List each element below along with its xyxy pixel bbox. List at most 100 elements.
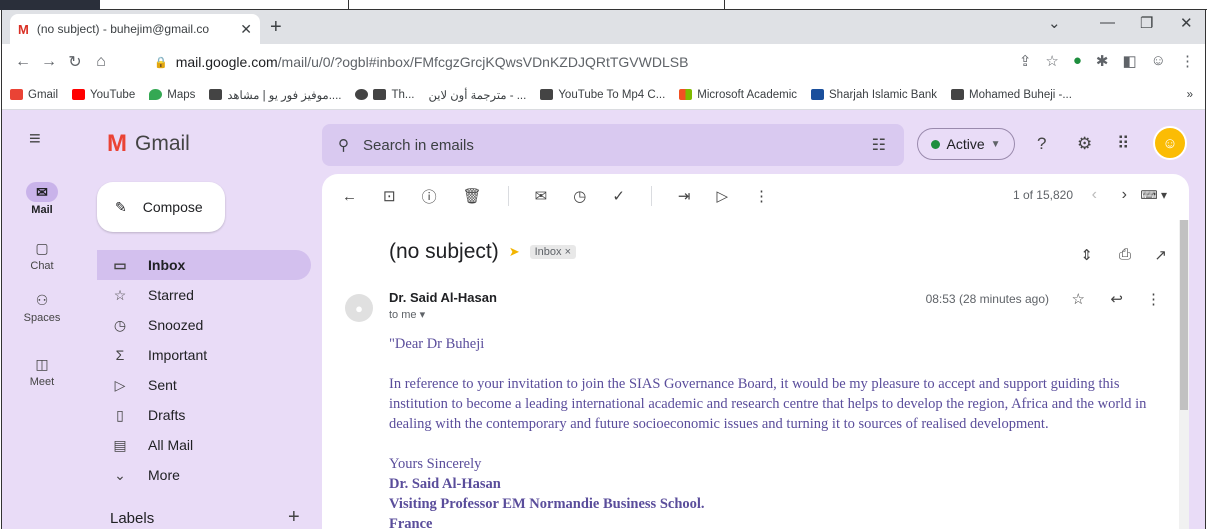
sender-avatar[interactable]: ● bbox=[345, 294, 373, 322]
bookmark-translated[interactable]: مترجمة أون لاين - ... bbox=[429, 88, 527, 102]
search-options-icon[interactable]: ☷ bbox=[872, 135, 886, 155]
add-task-icon[interactable]: ✓ bbox=[612, 187, 625, 205]
rail-chat[interactable]: ▢ Chat bbox=[2, 238, 82, 272]
more-options-icon[interactable]: ⋮ bbox=[754, 187, 769, 205]
reload-icon[interactable]: ↻ bbox=[62, 52, 88, 72]
chat-icon: ▢ bbox=[35, 240, 49, 256]
forward-icon[interactable]: → bbox=[36, 53, 62, 71]
browser-menu-icon[interactable]: ⋮ bbox=[1180, 52, 1195, 70]
address-bar[interactable]: 🔒 mail.google.com/mail/u/0/?ogbl#inbox/F… bbox=[142, 48, 972, 76]
recipient-details[interactable]: to me ▾ bbox=[389, 308, 425, 321]
older-icon[interactable]: › bbox=[1122, 186, 1127, 204]
nav-starred[interactable]: ☆ Starred bbox=[97, 280, 311, 310]
message-subject: (no subject) bbox=[389, 240, 499, 263]
nav-important[interactable]: Σ Important bbox=[97, 340, 311, 370]
back-to-inbox-icon[interactable]: ← bbox=[342, 188, 357, 205]
rail-spaces[interactable]: ⚇ Spaces bbox=[2, 290, 82, 324]
bookmark-youtube-mp4[interactable]: YouTube To Mp4 C... bbox=[540, 89, 665, 101]
bookmark-movies[interactable]: موفيز فور يو | مشاهد.... bbox=[209, 88, 341, 102]
star-message-icon[interactable]: ☆ bbox=[1072, 290, 1085, 308]
body-paragraph: In reference to your invitation to join … bbox=[389, 376, 1147, 432]
snooze-icon[interactable]: ◷ bbox=[573, 187, 586, 205]
bookmark-th[interactable]: Th... bbox=[355, 89, 415, 101]
toolbar-divider bbox=[650, 186, 652, 206]
bookmark-gmail[interactable]: Gmail bbox=[10, 89, 58, 101]
restore-icon[interactable]: ❐ bbox=[1140, 14, 1153, 32]
toolbar-actions: ⇪ ☆ ● ✱ ◧ ☺ ⋮ bbox=[1019, 52, 1195, 70]
tab-gmail[interactable]: M (no subject) - buhejim@gmail.co ✕ bbox=[10, 14, 260, 44]
newer-icon[interactable]: ‹ bbox=[1092, 186, 1097, 204]
search-input[interactable]: Search in emails bbox=[363, 137, 474, 154]
home-icon[interactable]: ⌂ bbox=[88, 53, 114, 71]
scrollbar[interactable] bbox=[1179, 220, 1189, 529]
back-icon[interactable]: ← bbox=[10, 53, 36, 71]
search-icon[interactable]: ⚲ bbox=[338, 136, 349, 154]
nav-inbox[interactable]: ▭ Inbox bbox=[97, 250, 311, 280]
grammarly-extension-icon[interactable]: ● bbox=[1073, 52, 1082, 70]
app-rail: ≡ ✉ Mail ▢ Chat ⚇ Spaces ◫ Meet bbox=[2, 110, 82, 529]
message-subject-row: (no subject) ➤ Inbox × bbox=[389, 240, 577, 264]
open-new-window-icon[interactable]: ↗ bbox=[1154, 246, 1167, 264]
message-body: "Dear Dr Buheji In reference to your inv… bbox=[389, 334, 1169, 529]
bookmark-maps[interactable]: Maps bbox=[149, 89, 195, 101]
browser-window: M (no subject) - buhejim@gmail.co ✕ + ⌄ … bbox=[1, 10, 1206, 529]
mark-unread-icon[interactable]: ✉ bbox=[535, 187, 548, 205]
gmail-logo[interactable]: M Gmail bbox=[107, 130, 190, 158]
extensions-icon[interactable]: ✱ bbox=[1096, 52, 1109, 70]
expand-all-icon[interactable]: ⇕ bbox=[1080, 246, 1093, 264]
tab-title: (no subject) - buhejim@gmail.co bbox=[36, 22, 210, 36]
bookmark-star-icon[interactable]: ☆ bbox=[1045, 52, 1058, 70]
nav-more[interactable]: ⌄ More bbox=[97, 460, 311, 490]
bookmark-youtube[interactable]: YouTube bbox=[72, 89, 135, 101]
bookmarks-overflow-icon[interactable]: » bbox=[1187, 89, 1193, 101]
delete-icon[interactable]: 🗑 bbox=[463, 187, 482, 205]
report-spam-icon[interactable]: ⓘ bbox=[422, 186, 437, 207]
draft-icon: ▯ bbox=[116, 406, 124, 423]
sender-name[interactable]: Dr. Said Al-Hasan bbox=[389, 290, 497, 305]
bookmark-microsoft-academic[interactable]: Microsoft Academic bbox=[679, 89, 797, 101]
move-to-icon[interactable]: ⇥ bbox=[678, 187, 691, 205]
account-avatar[interactable]: ☺ bbox=[1153, 126, 1187, 160]
inbox-icon: ▭ bbox=[113, 256, 127, 273]
side-panel-icon[interactable]: ◧ bbox=[1122, 52, 1136, 70]
nav-all-mail[interactable]: ▤ All Mail bbox=[97, 430, 311, 460]
nav-sent[interactable]: ▷ Sent bbox=[97, 370, 311, 400]
rail-mail[interactable]: ✉ Mail bbox=[2, 182, 82, 216]
site-icon bbox=[209, 89, 223, 100]
star-icon: ☆ bbox=[113, 286, 127, 303]
minimize-icon[interactable]: — bbox=[1100, 14, 1115, 31]
settings-gear-icon[interactable]: ⚙ bbox=[1077, 134, 1092, 154]
new-tab-button[interactable]: + bbox=[270, 16, 282, 39]
archive-icon[interactable]: ⊡ bbox=[383, 187, 396, 205]
site-icon bbox=[951, 89, 965, 100]
print-icon[interactable]: ⎙ bbox=[1119, 246, 1131, 263]
search-bar[interactable]: ⚲ Search in emails ☷ bbox=[322, 124, 904, 166]
scrollbar-thumb[interactable] bbox=[1180, 220, 1188, 410]
browser-toolbar: ← → ↻ ⌂ 🔒 mail.google.com/mail/u/0/?ogbl… bbox=[2, 44, 1205, 80]
mail-icon: ✉ bbox=[26, 182, 58, 202]
important-marker-icon[interactable]: ➤ bbox=[509, 244, 520, 260]
nav-snoozed[interactable]: ◷ Snoozed bbox=[97, 310, 311, 340]
help-icon[interactable]: ? bbox=[1037, 134, 1046, 154]
reply-icon[interactable]: ↩ bbox=[1110, 290, 1123, 308]
nav-drafts[interactable]: ▯ Drafts bbox=[97, 400, 311, 430]
bookmark-sharjah-bank[interactable]: Sharjah Islamic Bank bbox=[811, 89, 937, 101]
share-icon[interactable]: ⇪ bbox=[1019, 52, 1032, 70]
status-selector[interactable]: Active ▼ bbox=[917, 128, 1015, 160]
status-dot-icon bbox=[931, 139, 941, 149]
close-window-icon[interactable]: ✕ bbox=[1180, 14, 1193, 32]
rail-meet[interactable]: ◫ Meet bbox=[2, 354, 82, 388]
bookmark-mohamed-buheji[interactable]: Mohamed Buheji -... bbox=[951, 89, 1072, 101]
inbox-label-chip[interactable]: Inbox × bbox=[529, 245, 577, 259]
tab-search-icon[interactable]: ⌄ bbox=[1048, 14, 1061, 32]
apps-grid-icon[interactable]: ⠿ bbox=[1117, 134, 1129, 154]
tab-close-icon[interactable]: ✕ bbox=[240, 21, 252, 38]
main-menu-icon[interactable]: ≡ bbox=[29, 128, 41, 151]
add-label-button[interactable]: + bbox=[288, 506, 300, 529]
compose-button[interactable]: ✎ Compose bbox=[97, 182, 225, 232]
profile-icon[interactable]: ☺ bbox=[1151, 52, 1166, 70]
label-icon[interactable]: ▷ bbox=[716, 187, 728, 205]
input-tools-icon[interactable]: ⌨ ▾ bbox=[1140, 188, 1167, 202]
bookmarks-bar: Gmail YouTube Maps موفيز فور يو | مشاهد.… bbox=[2, 80, 1205, 110]
message-more-icon[interactable]: ⋮ bbox=[1146, 290, 1161, 308]
